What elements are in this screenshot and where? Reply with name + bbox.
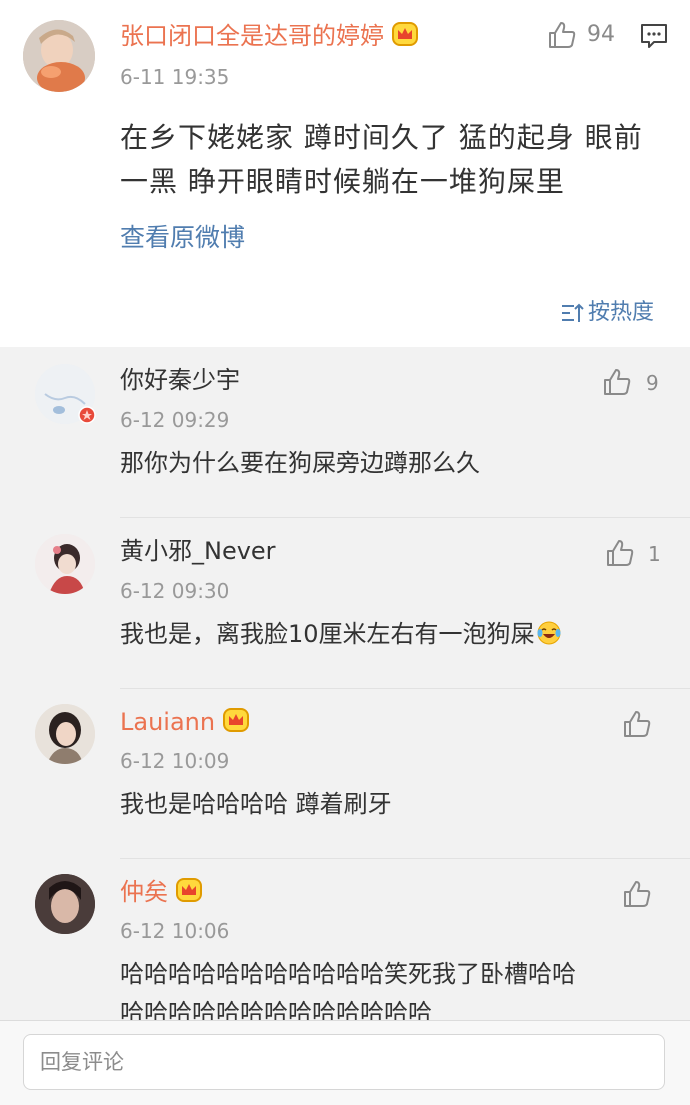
- avatar[interactable]: [35, 874, 95, 934]
- like-icon[interactable]: [547, 20, 577, 50]
- comment-time: 6-12 09:30: [120, 579, 230, 603]
- comment-time: 6-12 09:29: [120, 408, 230, 432]
- avatar-image: [35, 874, 95, 934]
- like-icon[interactable]: [605, 538, 635, 568]
- like-icon[interactable]: [622, 879, 652, 909]
- crown-badge-icon: [221, 706, 251, 741]
- like-icon[interactable]: [622, 709, 652, 739]
- poster-name[interactable]: 张口闭口全是达哥的婷婷: [120, 20, 420, 55]
- like-count: 1: [648, 542, 661, 566]
- comment-text: 那你为什么要在狗屎旁边蹲那么久: [120, 449, 480, 477]
- avatar-image: [35, 534, 95, 594]
- verified-badge-icon: [78, 406, 96, 424]
- crown-badge-icon: [390, 20, 420, 55]
- commenter-name[interactable]: 黄小邪_Never: [120, 536, 276, 566]
- reply-input[interactable]: 回复评论: [23, 1034, 665, 1090]
- avatar[interactable]: [35, 704, 95, 764]
- divider: [120, 517, 690, 518]
- comment-icon[interactable]: [640, 22, 668, 50]
- post-text: 在乡下姥姥家 蹲时间久了 猛的起身 眼前一黑 睁开眼睛时候躺在一堆狗屎里: [120, 121, 643, 198]
- comment-time: 6-12 10:09: [120, 749, 230, 773]
- poster-avatar[interactable]: [23, 20, 95, 92]
- comment-text: 哈哈哈哈哈哈哈哈哈哈哈笑死我了卧槽哈哈: [120, 960, 576, 988]
- child-photo-icon: [23, 20, 95, 92]
- comment-text: 我也是，离我脸10厘米左右有一泡狗屎: [120, 617, 562, 655]
- avatar-image: [35, 704, 95, 764]
- comment-time: 6-12 10:06: [120, 919, 230, 943]
- reply-bar: 回复评论: [0, 1020, 690, 1105]
- laughing-emoji-icon: [536, 620, 562, 655]
- post-time: 6-11 19:35: [120, 65, 230, 89]
- crown-badge-icon: [174, 876, 204, 911]
- view-original-post-link[interactable]: 查看原微博: [120, 222, 245, 254]
- comment-text: 我也是哈哈哈哈 蹲着刷牙: [120, 790, 392, 818]
- commenter-name[interactable]: Lauiann: [120, 706, 251, 741]
- avatar[interactable]: [35, 534, 95, 594]
- commenter-name[interactable]: 你好秦少宇: [120, 365, 240, 395]
- like-icon[interactable]: [602, 367, 632, 397]
- commenter-name[interactable]: 仲矣: [120, 876, 204, 911]
- sort-by-hot-button[interactable]: 按热度: [560, 298, 654, 328]
- post-like-count: 94: [587, 22, 615, 47]
- original-post: 张口闭口全是达哥的婷婷 6-11 19:35 94 在乡下姥姥家 蹲时间久了 猛…: [0, 0, 690, 347]
- divider: [120, 858, 690, 859]
- sort-icon: [561, 303, 584, 322]
- like-count: 9: [646, 371, 659, 395]
- divider: [120, 688, 690, 689]
